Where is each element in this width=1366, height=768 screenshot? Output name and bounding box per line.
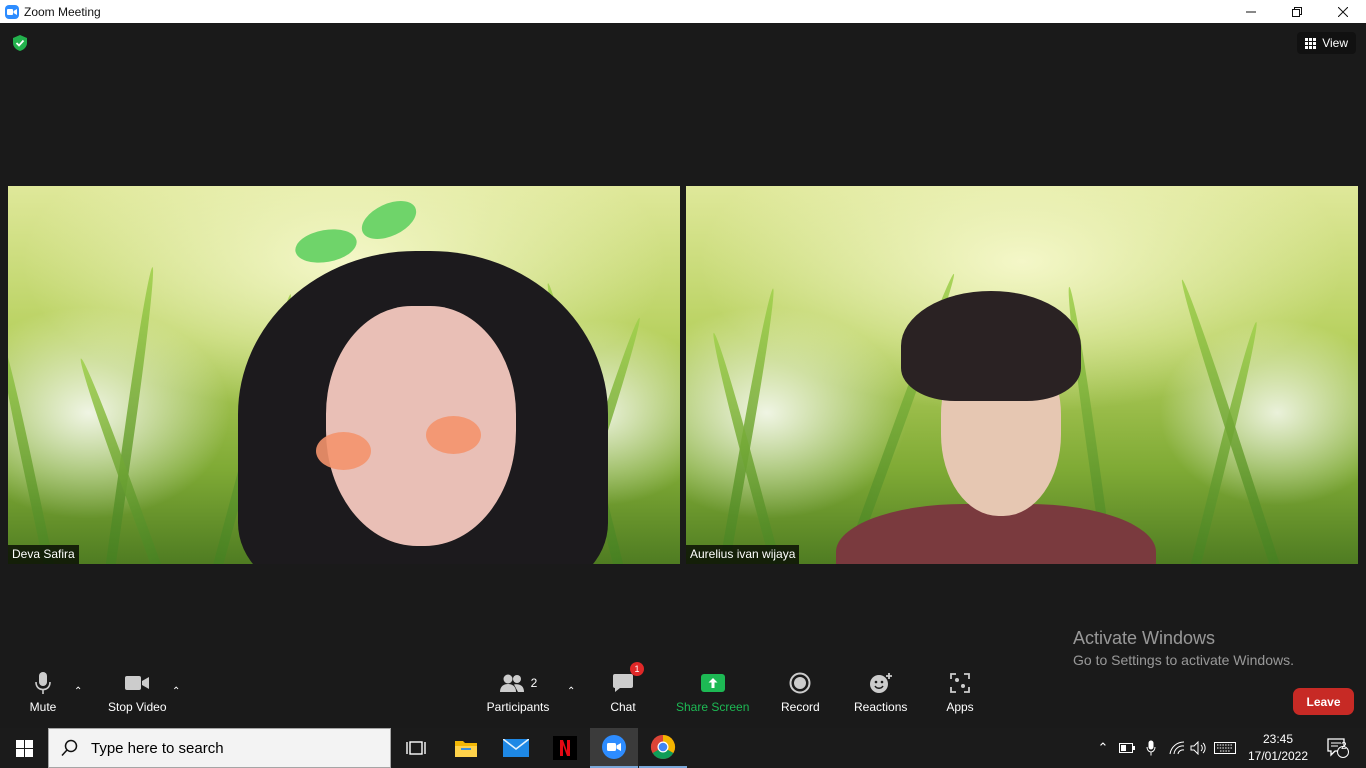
zoom-icon (602, 735, 626, 759)
apps-label: Apps (946, 700, 974, 714)
participants-icon (499, 674, 524, 692)
file-explorer-taskbar-button[interactable] (442, 728, 490, 768)
reactions-label: Reactions (854, 700, 908, 714)
participant-hair (901, 291, 1081, 401)
stop-video-label: Stop Video (108, 700, 167, 714)
search-placeholder: Type here to search (91, 739, 224, 757)
watermark-title: Activate Windows (1073, 628, 1216, 648)
netflix-taskbar-button[interactable] (541, 728, 589, 768)
windows-logo-icon (15, 739, 33, 757)
video-tile-participant-2[interactable]: Aurelius ivan wijaya (686, 186, 1358, 564)
activate-windows-watermark: Activate Windows Go to Settings to activ… (1073, 628, 1294, 668)
view-label: View (1322, 36, 1348, 50)
zoom-taskbar-button[interactable] (590, 728, 638, 768)
taskbar-clock[interactable]: 23:45 17/01/2022 (1240, 731, 1316, 765)
stop-video-button[interactable]: Stop Video (108, 668, 167, 714)
grid-icon (1305, 37, 1317, 49)
video-camera-icon (122, 668, 152, 698)
search-icon (61, 739, 78, 757)
notifications-button[interactable]: 2 (1318, 728, 1358, 768)
clock-time: 23:45 (1262, 732, 1294, 746)
watermark-subtitle: Go to Settings to activate Windows. (1073, 652, 1294, 668)
participant-name-tag: Aurelius ivan wijaya (686, 545, 800, 564)
mail-icon (503, 739, 529, 757)
netflix-icon (553, 736, 577, 760)
chrome-icon (650, 735, 676, 760)
apps-button[interactable]: Apps (945, 668, 975, 714)
participants-count: 2 (530, 676, 538, 690)
task-view-button[interactable] (392, 728, 440, 768)
blush-filter (426, 416, 481, 454)
restore-button[interactable] (1274, 0, 1320, 23)
record-icon (785, 668, 815, 698)
keyboard-icon[interactable] (1212, 728, 1238, 768)
zoom-app-icon (5, 4, 19, 19)
chrome-taskbar-button[interactable] (639, 728, 687, 768)
smiley-plus-icon (866, 668, 896, 698)
record-label: Record (781, 700, 820, 714)
close-button[interactable] (1320, 0, 1366, 23)
windows-taskbar: Type here to search ⌃ 23:45 17/01/2022 2 (0, 728, 1366, 768)
participants-button[interactable]: 2 Participants (486, 668, 550, 714)
encryption-shield-icon[interactable] (11, 34, 29, 52)
chat-button[interactable]: 1 Chat (608, 662, 644, 714)
chat-label: Chat (610, 700, 636, 714)
battery-icon[interactable] (1118, 728, 1136, 768)
reactions-button[interactable]: Reactions (854, 668, 907, 714)
participants-label: Participants (486, 700, 550, 714)
volume-icon[interactable] (1188, 728, 1210, 768)
mute-button[interactable]: Mute (28, 668, 58, 714)
view-button[interactable]: View (1297, 32, 1356, 54)
chat-unread-badge: 1 (630, 662, 644, 676)
meeting-area: View Deva Safira Aurelius ivan wijaya (0, 23, 1366, 728)
microphone-in-use-icon[interactable] (1142, 728, 1160, 768)
mute-label: Mute (29, 700, 57, 714)
share-screen-label: Share Screen (676, 700, 750, 714)
taskbar-search-box[interactable]: Type here to search (48, 728, 391, 768)
share-screen-icon (698, 668, 728, 698)
mail-taskbar-button[interactable] (492, 728, 540, 768)
window-title: Zoom Meeting (24, 4, 101, 19)
clock-date: 17/01/2022 (1247, 749, 1309, 763)
minimize-button[interactable] (1228, 0, 1274, 23)
blush-filter (316, 432, 371, 470)
participants-options-chevron-up-icon[interactable]: ⌃ (567, 686, 575, 697)
microphone-icon (28, 668, 58, 698)
task-view-icon (406, 741, 426, 755)
participant-name-tag: Deva Safira (8, 545, 79, 564)
title-bar: Zoom Meeting (0, 0, 1366, 23)
record-button[interactable]: Record (781, 668, 820, 714)
audio-options-chevron-up-icon[interactable]: ⌃ (74, 686, 82, 697)
wifi-icon[interactable] (1166, 728, 1188, 768)
apps-icon (945, 668, 975, 698)
leave-meeting-button[interactable]: Leave (1293, 688, 1354, 715)
notification-count: 2 (1341, 741, 1347, 752)
share-screen-button[interactable]: Share Screen (676, 668, 749, 714)
folder-icon (455, 741, 477, 757)
participant-face (326, 306, 516, 546)
video-tile-participant-1[interactable]: Deva Safira (8, 186, 680, 564)
show-hidden-icons-chevron-up-icon[interactable]: ⌃ (1094, 728, 1112, 768)
video-options-chevron-up-icon[interactable]: ⌃ (172, 686, 180, 697)
chat-bubble-icon: 1 (608, 662, 644, 698)
start-button[interactable] (0, 728, 48, 768)
